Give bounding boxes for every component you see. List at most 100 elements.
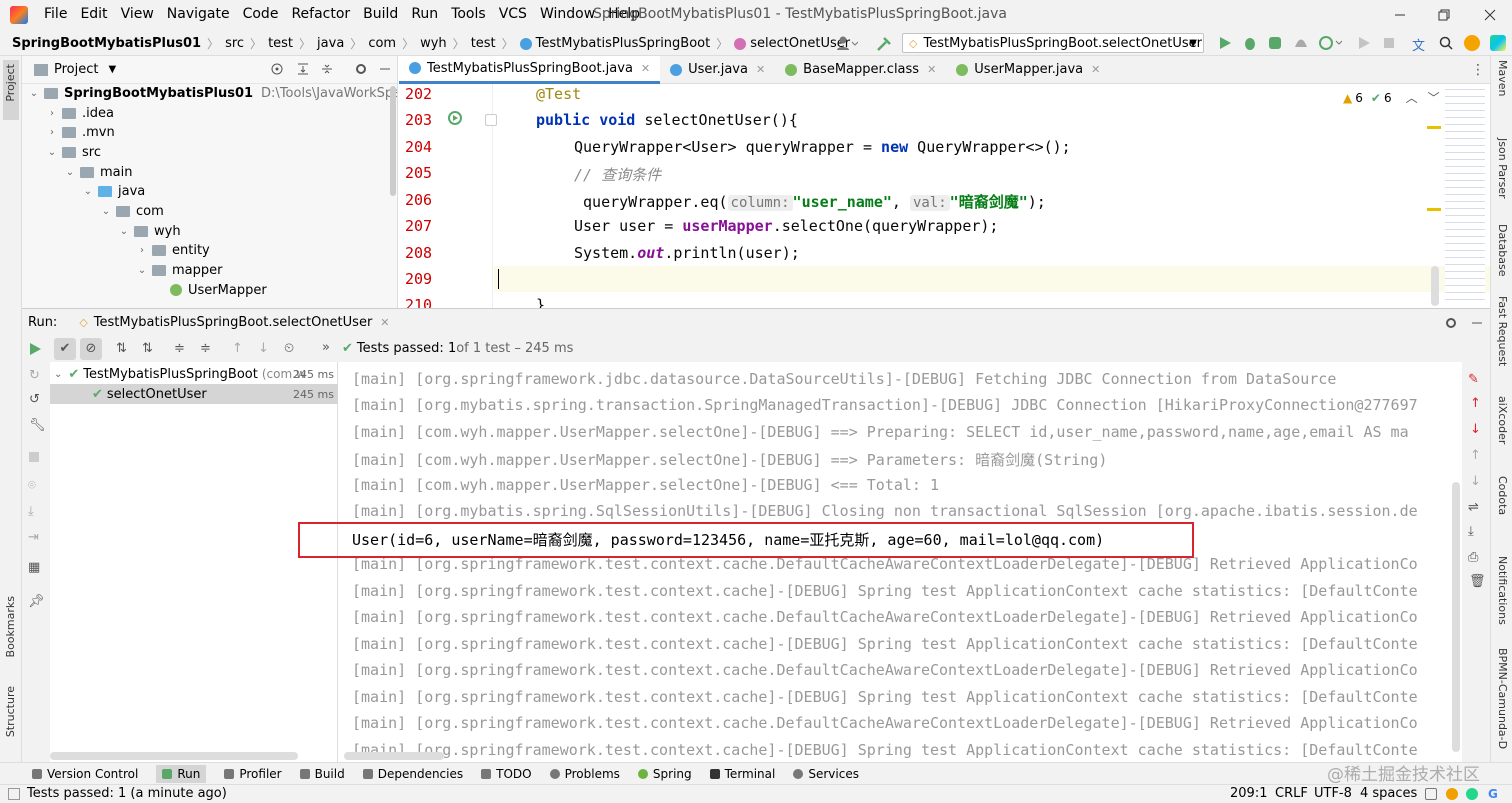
build-hammer-icon[interactable]: [876, 36, 892, 52]
run-icon[interactable]: [1217, 35, 1233, 51]
tab-todo[interactable]: TODO: [481, 767, 532, 781]
user-icon[interactable]: [836, 35, 858, 51]
tree-item-java[interactable]: ⌄ java: [82, 181, 145, 201]
tree-item-main[interactable]: ⌄ main: [64, 162, 133, 182]
next-highlight-icon[interactable]: ﹀: [1428, 89, 1440, 106]
wrench-icon[interactable]: 🔧︎: [29, 418, 46, 433]
menu-vcs[interactable]: VCS: [499, 6, 527, 22]
breadcrumb-wyh[interactable]: wyh: [420, 36, 447, 51]
close-tab-icon[interactable]: ✕: [641, 62, 650, 75]
rerun-failed-icon[interactable]: ↻: [29, 368, 40, 383]
tab-user[interactable]: User.java ✕: [660, 56, 775, 84]
code-line-206[interactable]: queryWrapper.eq(column: "user_name", val:…: [574, 191, 1046, 212]
breadcrumb-com[interactable]: com: [368, 36, 396, 51]
tab-profiler[interactable]: Profiler: [224, 767, 282, 781]
show-passed-toggle[interactable]: ✔: [54, 338, 76, 360]
menu-edit[interactable]: Edit: [80, 6, 107, 22]
collapse-all-icon[interactable]: [320, 62, 334, 76]
menu-navigate[interactable]: Navigate: [167, 6, 230, 22]
code-line-203[interactable]: public void selectOnetUser(){: [536, 111, 798, 129]
notifications-tool-tab[interactable]: Notifications: [1496, 556, 1509, 625]
test-method-row[interactable]: ✔ selectOnetUser 245 ms: [50, 384, 338, 404]
maven-tool-tab[interactable]: Maven: [1496, 60, 1509, 96]
breadcrumb-test[interactable]: test: [268, 36, 293, 51]
export-icon[interactable]: ⤓: [28, 504, 34, 519]
project-view-title[interactable]: Project: [54, 62, 98, 77]
trash-icon[interactable]: 🗑︎: [1469, 574, 1486, 589]
rerun-icon[interactable]: [28, 342, 42, 356]
chevron-down-icon[interactable]: ▼: [108, 64, 116, 75]
error-stripe-mark[interactable]: [1427, 126, 1441, 129]
code-line-208[interactable]: System.out.println(user);: [574, 244, 800, 262]
test-tree-scrollbar[interactable]: [50, 752, 298, 760]
menu-tools[interactable]: Tools: [451, 6, 486, 22]
run-tab[interactable]: TestMybatisPlusSpringBoot.selectOnetUser: [94, 315, 373, 330]
gear-icon[interactable]: [354, 62, 368, 76]
toggle-auto-test-icon[interactable]: ↺: [29, 392, 40, 407]
project-tool-tab[interactable]: Project: [3, 60, 19, 120]
breadcrumb-test-package[interactable]: test: [471, 36, 496, 51]
codota-tool-tab[interactable]: Codota: [1496, 476, 1509, 515]
stop-icon[interactable]: [1381, 35, 1397, 51]
menu-refactor[interactable]: Refactor: [291, 6, 350, 22]
tab-usermapper[interactable]: UserMapper.java ✕: [946, 56, 1110, 84]
editor-scrollbar[interactable]: [1431, 266, 1439, 306]
aixcoder-tool-tab[interactable]: aiXcoder: [1496, 396, 1509, 444]
tree-item-mapper[interactable]: ⌄ mapper: [136, 260, 223, 280]
menu-build[interactable]: Build: [363, 6, 398, 22]
tree-item-idea[interactable]: › .idea: [46, 103, 114, 123]
update-icon[interactable]: [1464, 35, 1480, 51]
menu-run[interactable]: Run: [411, 6, 438, 22]
tab-spring[interactable]: Spring: [637, 767, 692, 781]
camera-icon[interactable]: ⌾: [28, 478, 36, 493]
tab-run[interactable]: Run: [156, 764, 207, 783]
tree-item-usermapper[interactable]: UserMapper: [170, 280, 267, 300]
panel-toggle-icon[interactable]: [8, 788, 20, 800]
close-tab-icon[interactable]: ✕: [1091, 63, 1100, 76]
previous-highlight-icon[interactable]: ︿: [1406, 89, 1418, 106]
locate-icon[interactable]: [270, 62, 284, 76]
run-configuration-select[interactable]: ◇ TestMybatisPlusSpringBoot.selectOnetUs…: [902, 33, 1204, 53]
tab-dependencies[interactable]: Dependencies: [362, 767, 463, 781]
plugin-logo-icon[interactable]: [1490, 35, 1506, 51]
bpmn-tool-tab[interactable]: BPMN-Camunda-D: [1496, 648, 1509, 749]
rerun-icon[interactable]: [1356, 35, 1372, 51]
close-tab-icon[interactable]: ✕: [380, 316, 389, 329]
tab-menu-icon[interactable]: ⋮: [1471, 62, 1485, 78]
menu-window[interactable]: Window: [540, 6, 595, 22]
tab-terminal[interactable]: Terminal: [709, 767, 775, 781]
print-icon[interactable]: ⎙: [1468, 550, 1478, 565]
tree-item-entity[interactable]: › entity: [136, 240, 210, 260]
tree-item-wyh[interactable]: ⌄ wyh: [118, 221, 181, 241]
status-message[interactable]: Tests passed: 1 (a minute ago): [27, 786, 227, 801]
breadcrumb-project[interactable]: SpringBootMybatisPlus01: [12, 36, 201, 51]
console-horizontal-scrollbar[interactable]: [344, 752, 444, 760]
minimize-icon[interactable]: [1390, 5, 1410, 25]
intellij-logo-icon[interactable]: [10, 6, 28, 24]
bookmarks-tool-tab[interactable]: Bookmarks: [4, 596, 17, 657]
google-icon[interactable]: G: [1488, 787, 1498, 801]
run-with-options-icon[interactable]: [1318, 35, 1342, 51]
codota-status-icon[interactable]: [1466, 788, 1478, 800]
aixcoder-status-icon[interactable]: [1446, 788, 1458, 800]
sort-duration-icon[interactable]: ⇅: [142, 341, 153, 356]
tree-item-com[interactable]: ⌄ com: [100, 201, 164, 221]
console-scrollbar[interactable]: [1452, 482, 1460, 752]
breadcrumb-class[interactable]: TestMybatisPlusSpringBoot: [536, 36, 711, 51]
close-icon[interactable]: [1480, 5, 1500, 25]
code-line-205[interactable]: // 查询条件: [574, 164, 661, 185]
soft-wrap-icon[interactable]: ⇌: [1468, 500, 1479, 515]
tree-item-src[interactable]: ⌄ src: [46, 142, 101, 162]
file-encoding[interactable]: UTF-8: [1314, 786, 1352, 801]
exit-icon[interactable]: ⇥: [28, 530, 39, 545]
run-test-gutter-icon[interactable]: [447, 110, 465, 128]
menu-view[interactable]: View: [121, 6, 154, 22]
profile-icon[interactable]: [1293, 35, 1309, 51]
search-icon[interactable]: [1438, 35, 1454, 51]
fast-request-tool-tab[interactable]: Fast Request: [1496, 296, 1509, 366]
tab-build[interactable]: Build: [299, 767, 345, 781]
scroll-up-icon[interactable]: ↑: [1470, 448, 1481, 463]
history-icon[interactable]: ⏲: [284, 341, 294, 356]
up-arrow-icon[interactable]: ↑: [1470, 396, 1481, 411]
pin-icon[interactable]: 📌︎: [28, 594, 45, 609]
